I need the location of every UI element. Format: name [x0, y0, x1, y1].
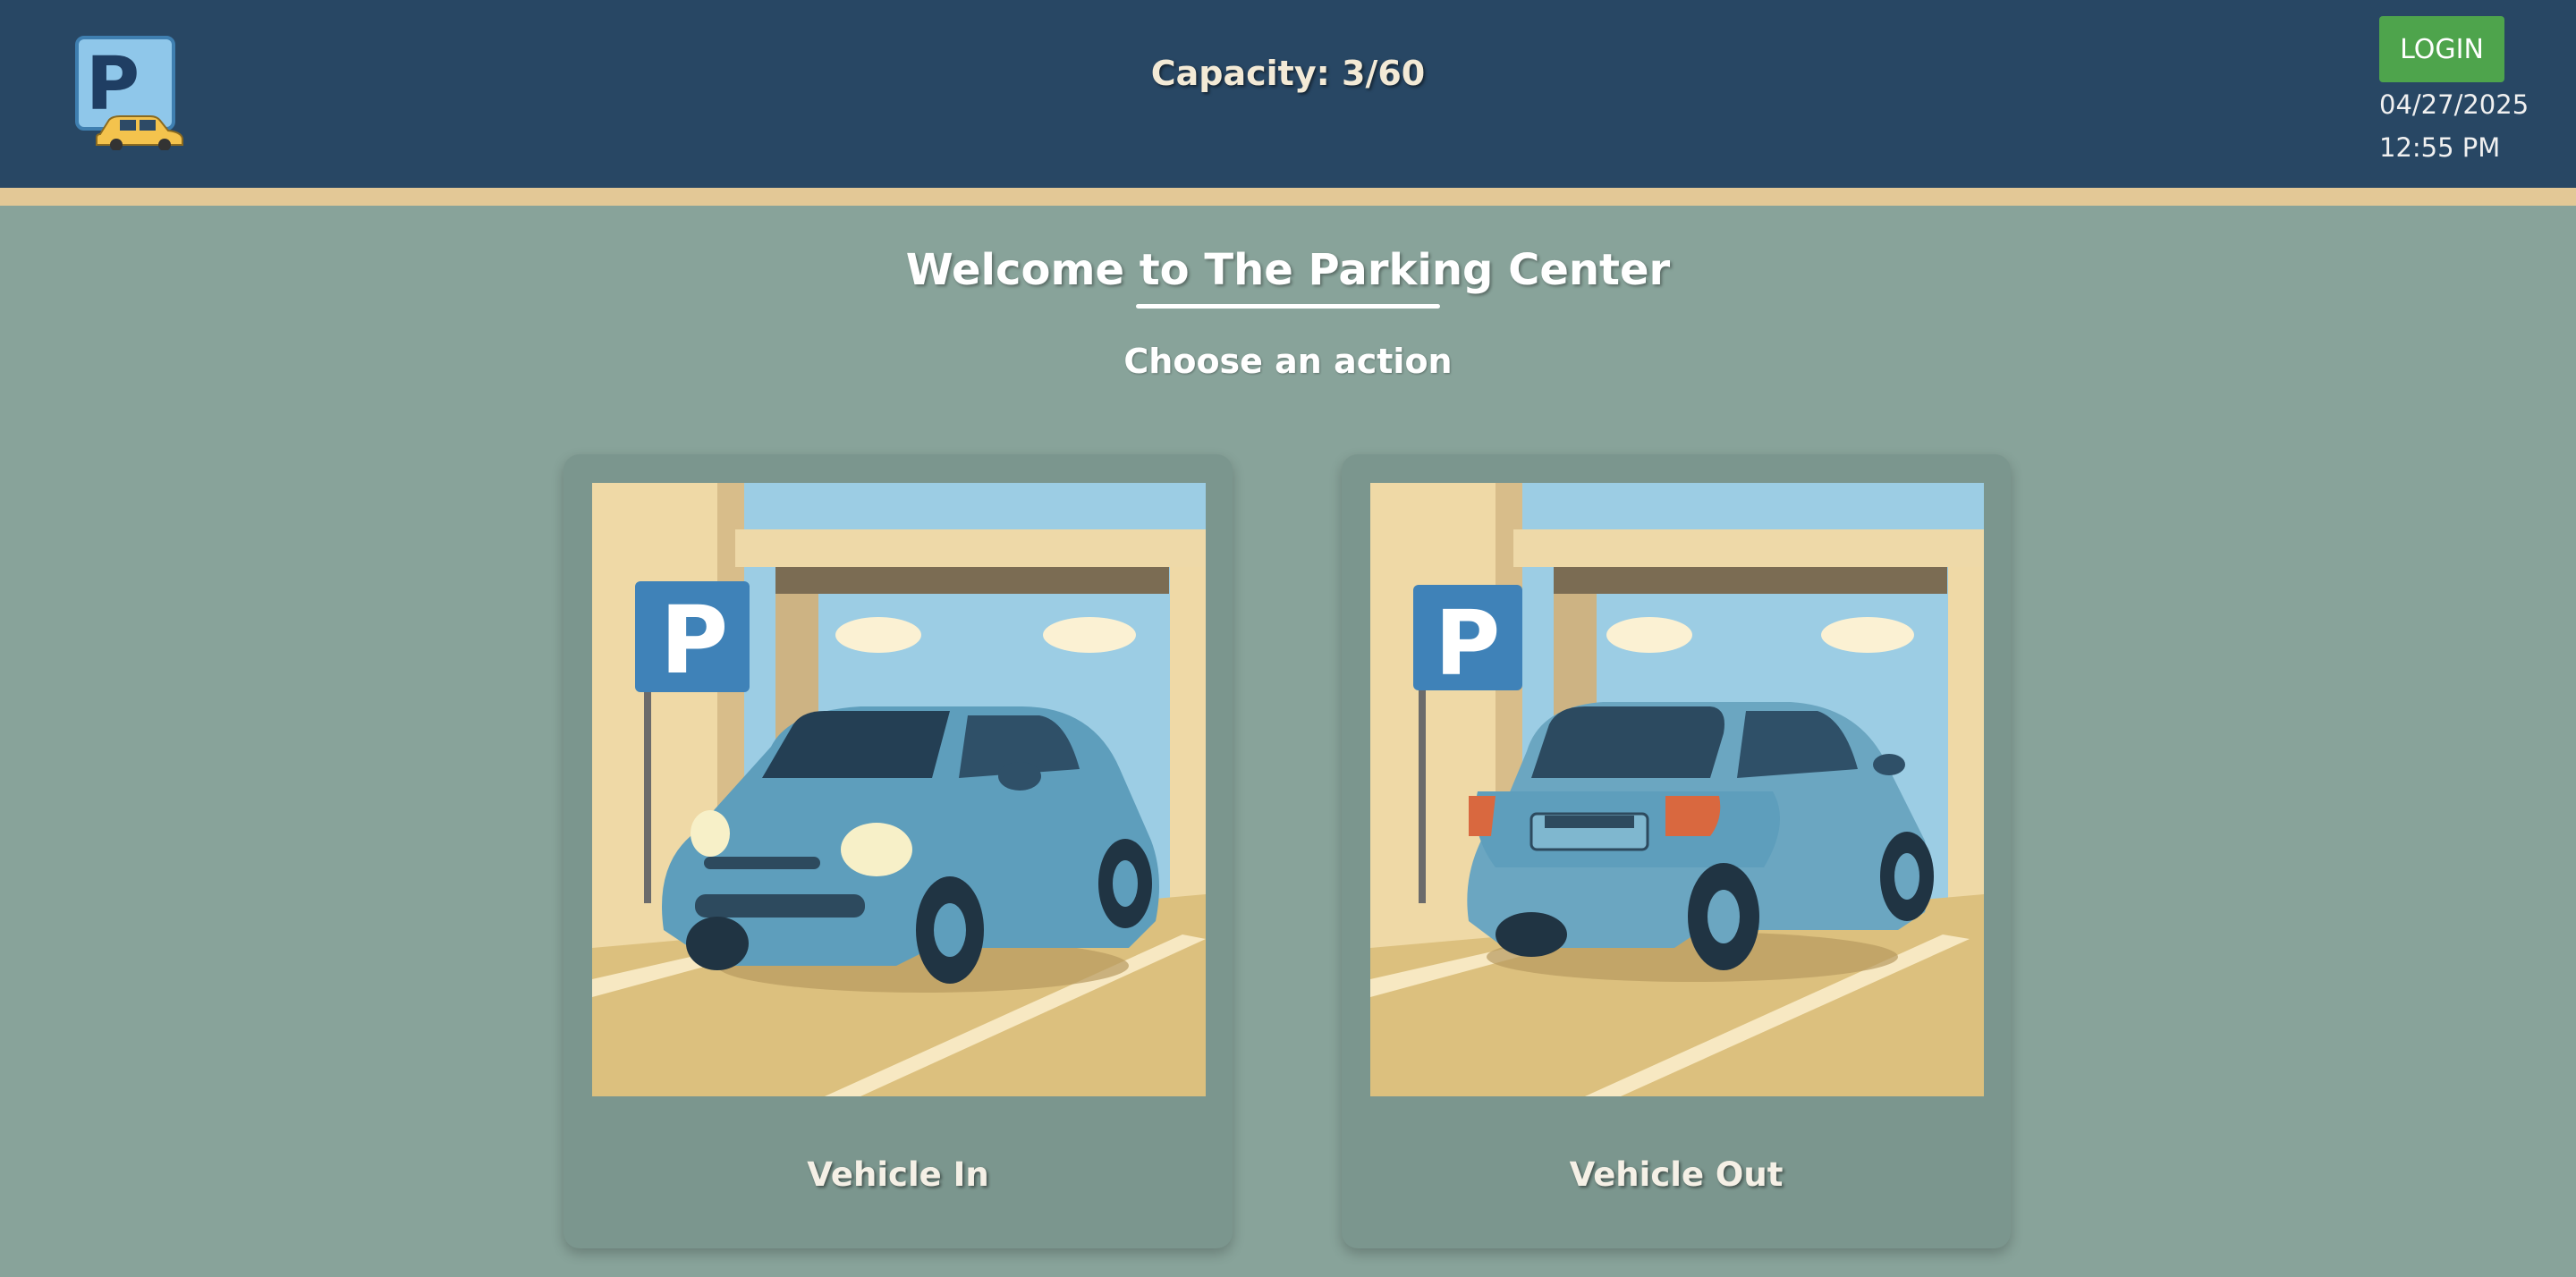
page-subtitle: Choose an action: [1123, 342, 1453, 381]
capacity-indicator: Capacity: 3/60: [1150, 54, 1426, 93]
vehicle-out-label: Vehicle Out: [1569, 1155, 1784, 1194]
login-button[interactable]: LOGIN: [2379, 16, 2504, 82]
current-time: 12:55 PM: [2379, 132, 2501, 163]
current-date: 04/27/2025: [2379, 89, 2529, 120]
svg-text:P: P: [1435, 591, 1500, 696]
svg-text:P: P: [660, 586, 728, 695]
car-rear-garage-icon: P: [1370, 483, 1984, 1096]
title-underline: [1136, 304, 1440, 309]
vehicle-out-card[interactable]: P Vehicle Out: [1342, 454, 2011, 1248]
header-accent-stripe: [0, 188, 2576, 206]
car-front-garage-icon: P: [592, 483, 1206, 1096]
vehicle-in-label: Vehicle In: [807, 1155, 989, 1194]
vehicle-in-card[interactable]: P Vehicle In: [564, 454, 1233, 1248]
page-title: Welcome to The Parking Center: [905, 245, 1671, 295]
top-bar: P Capacity: 3/60 LOGIN 04/27/2025 12:55 …: [0, 0, 2576, 188]
